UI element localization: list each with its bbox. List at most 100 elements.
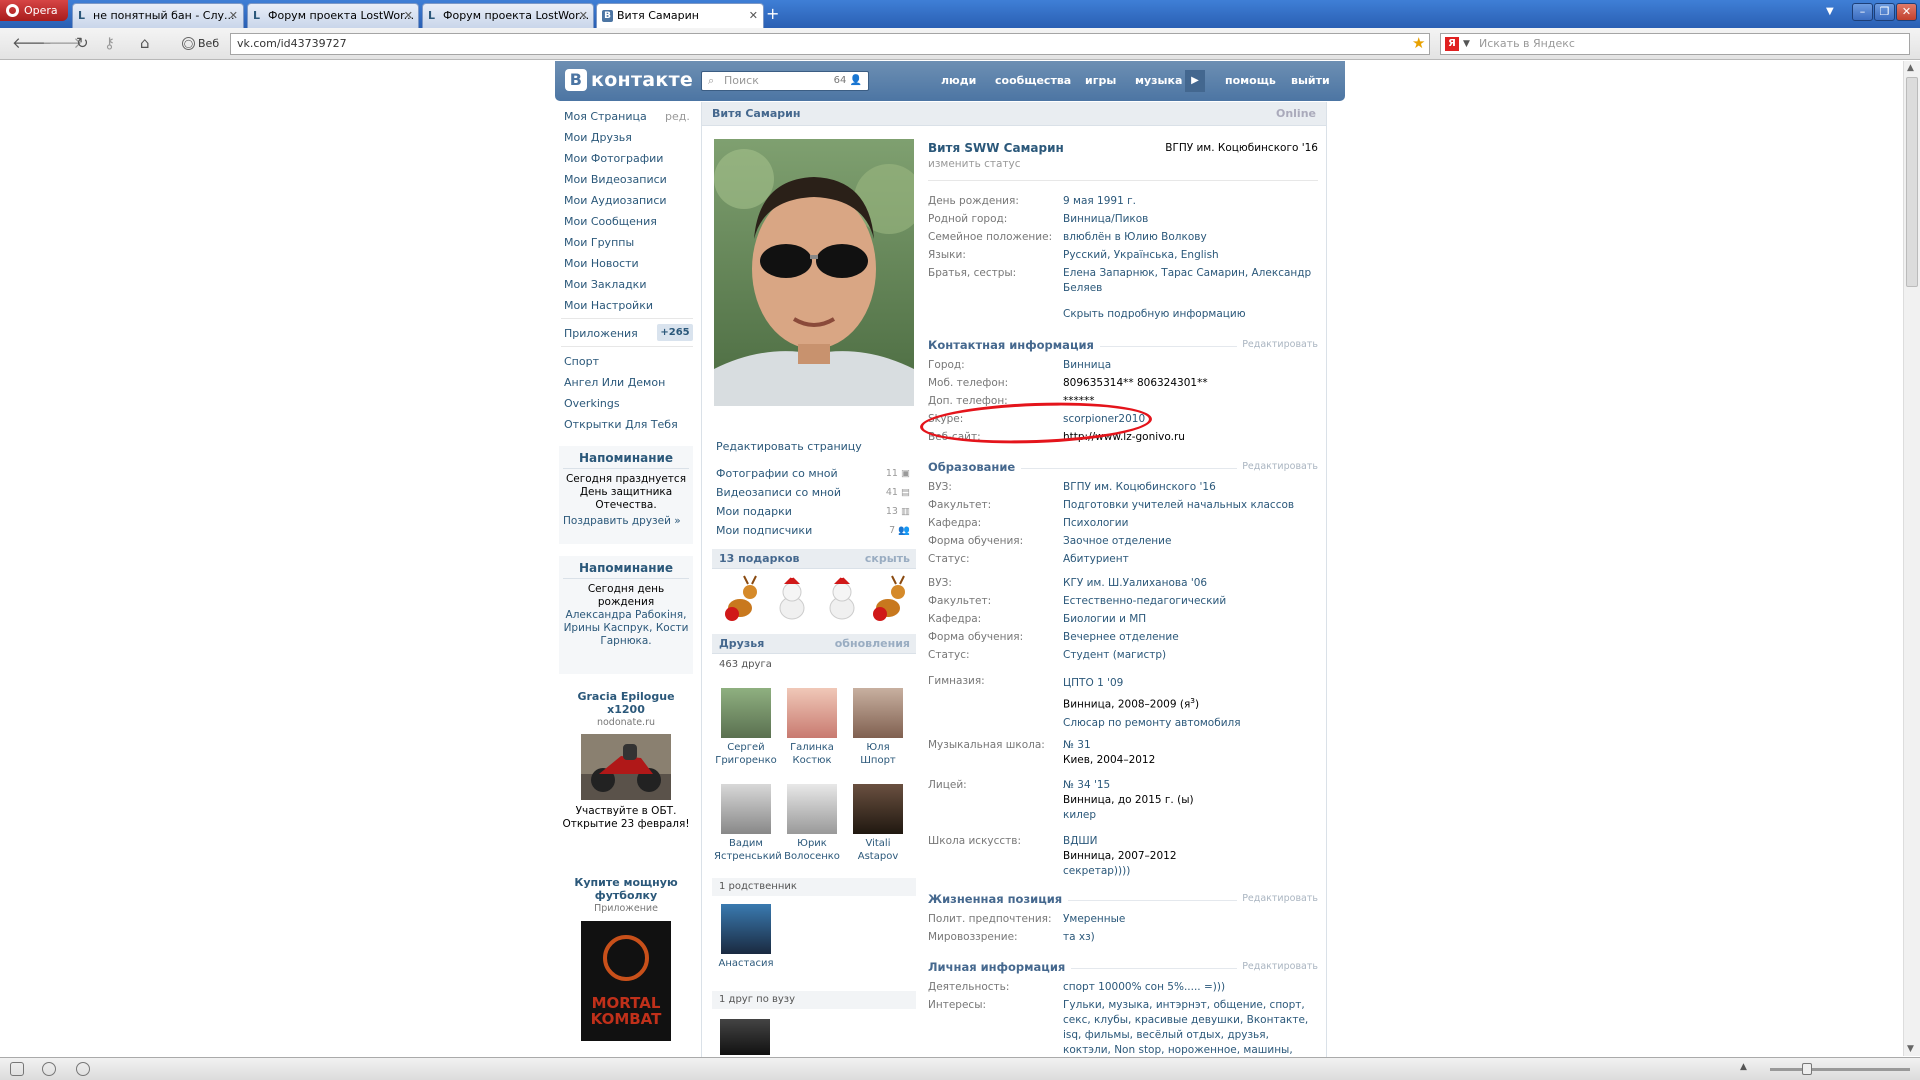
zoom-slider-track[interactable]	[1770, 1068, 1910, 1071]
cloud-icon[interactable]	[42, 1062, 56, 1076]
yandex-search-input[interactable]: Я ▼ Искать в Яндекс	[1440, 33, 1910, 55]
ad-motorbike-image[interactable]	[581, 734, 671, 800]
sidebar-app-item[interactable]: Ангел Или Демон	[564, 376, 665, 390]
avatar[interactable]	[720, 1019, 770, 1055]
key-icon[interactable]: ⚷	[104, 34, 115, 52]
menu-people[interactable]: люди	[941, 73, 976, 89]
friend-tile[interactable]: Галинка Костюк	[780, 688, 844, 767]
zoom-slider-knob[interactable]	[1802, 1063, 1812, 1075]
menu-help[interactable]: помощь	[1225, 73, 1276, 89]
profile-university[interactable]: ВГПУ им. Коцюбинского '16	[1165, 142, 1318, 154]
relative-tile[interactable]: Анастасия	[714, 904, 778, 970]
edit-contacts-link[interactable]: Редактировать	[1237, 339, 1318, 350]
tab-menu-chevron-down-icon[interactable]: ▼	[1826, 6, 1834, 17]
sidebar-item-audio[interactable]: Мои Аудиозаписи	[564, 194, 667, 208]
sidebar-item-videos[interactable]: Мои Видеозаписи	[564, 173, 667, 187]
edit-personal-link[interactable]: Редактировать	[1237, 961, 1318, 972]
gift-cat-icon[interactable]	[818, 574, 866, 622]
browser-tab[interactable]: Lне понятный бан - Слу... ✕	[72, 3, 244, 28]
edit-link[interactable]: ред.	[665, 110, 690, 123]
edit-status-link[interactable]: изменить статус	[928, 158, 1021, 170]
sidebar-item-photos[interactable]: Мои Фотографии	[564, 152, 663, 166]
menu-music[interactable]: музыка	[1135, 73, 1182, 89]
profile-photo[interactable]	[714, 139, 914, 406]
vk-logo[interactable]: Вконтакте	[565, 68, 693, 92]
gift-deer-icon[interactable]	[718, 574, 766, 622]
congratulate-friends-link[interactable]: Поздравить друзей »	[563, 515, 689, 528]
sidebar-item-groups[interactable]: Мои Группы	[564, 236, 634, 250]
photos-with-me-link[interactable]: Фотографии со мной	[716, 467, 838, 481]
play-icon[interactable]: ▶	[1185, 70, 1205, 92]
close-tab-icon[interactable]: ✕	[229, 4, 238, 28]
bookmark-star-icon[interactable]: ★	[1412, 35, 1425, 51]
friends-updates-link[interactable]: обновления	[835, 637, 910, 650]
scroll-down-icon[interactable]: ▼	[1907, 1044, 1914, 1054]
friends-title[interactable]: Друзья	[719, 637, 764, 650]
avatar	[853, 784, 903, 834]
videos-with-me-link[interactable]: Видеозаписи со мной	[716, 486, 841, 500]
sidebar-item-bookmarks[interactable]: Мои Закладки	[564, 278, 646, 292]
chevron-down-icon[interactable]: ▼	[1463, 34, 1470, 54]
birthday-names-link[interactable]: Александра Рабокіня, Ирины Каспрук, Кост…	[563, 609, 689, 648]
ad-gracia[interactable]: Gracia Epilogue x1200 nodonate.ru Участв…	[559, 690, 693, 831]
ad-title[interactable]: Купите мощную футболку	[559, 876, 693, 902]
reminder-text: Сегодня празднуется День защитника Отече…	[565, 473, 687, 511]
sidebar-item-friends[interactable]: Мои Друзья	[564, 131, 632, 145]
sidebar-item-apps[interactable]: Приложения	[564, 327, 638, 341]
menu-logout[interactable]: выйти	[1291, 73, 1330, 89]
minimize-icon[interactable]: –	[1852, 3, 1873, 21]
home-icon[interactable]: ⌂	[140, 34, 150, 52]
friend-tile[interactable]: Vitali Astapov	[846, 784, 910, 863]
gift-cat-icon[interactable]	[768, 574, 816, 622]
hide-details-link[interactable]: Скрыть подробную информацию	[1063, 308, 1246, 320]
ad-tshirt[interactable]: Купите мощную футболку Приложение MORTAL…	[559, 876, 693, 1047]
browser-tab[interactable]: L Форум проекта LostWor... ✕	[247, 3, 419, 28]
friend-tile[interactable]: Вадим Ястренський	[714, 784, 782, 863]
section-personal: Личная информация Редактировать	[928, 960, 1318, 974]
my-gifts-link[interactable]: Мои подарки	[716, 505, 792, 519]
gift-deer-icon[interactable]	[866, 574, 914, 622]
url-input[interactable]: vk.com/id43739727	[230, 33, 1430, 55]
mortal-kombat-ad-image[interactable]: MORTAL KOMBAT	[581, 921, 671, 1041]
close-tab-icon[interactable]: ✕	[749, 4, 758, 28]
view-options-icon[interactable]: ▲	[1740, 1062, 1747, 1072]
sidebar-app-item[interactable]: Overkings	[564, 397, 620, 411]
maximize-icon[interactable]: ❐	[1874, 3, 1895, 21]
browser-tab-active[interactable]: B Витя Самарин ✕	[596, 3, 764, 28]
new-tab-plus-icon[interactable]: +	[766, 5, 779, 23]
sidebar-item-my-page[interactable]: Моя Страница	[564, 110, 647, 124]
edit-education-link[interactable]: Редактировать	[1237, 461, 1318, 472]
scroll-up-icon[interactable]: ▲	[1907, 63, 1914, 73]
apps-count-badge[interactable]: +265	[657, 324, 693, 341]
friend-tile[interactable]: Юля Шпорт	[846, 688, 910, 767]
browser-tab[interactable]: L Форум проекта LostWor... ✕	[422, 3, 594, 28]
reminder-title: Напоминание	[563, 450, 689, 469]
edit-life-link[interactable]: Редактировать	[1237, 893, 1318, 904]
sidebar-item-news[interactable]: Мои Новости	[564, 257, 639, 271]
edit-page-link[interactable]: Редактировать страницу	[716, 440, 862, 454]
web-badge-button[interactable]: ◯ Веб	[180, 34, 230, 54]
close-window-icon[interactable]: ✕	[1896, 3, 1917, 21]
reload-icon[interactable]: ↻	[76, 34, 89, 52]
page-scrollbar[interactable]: ▲ ▼	[1903, 61, 1920, 1056]
sidebar-app-item[interactable]: Открытки Для Тебя	[564, 418, 678, 432]
sidebar-item-messages[interactable]: Мои Сообщения	[564, 215, 657, 229]
opera-menu-button[interactable]: Opera	[0, 0, 68, 21]
close-tab-icon[interactable]: ✕	[404, 4, 413, 28]
vk-search-input[interactable]: ⌕ Поиск 64 👤	[701, 71, 869, 91]
ad-title[interactable]: Gracia Epilogue x1200	[559, 690, 693, 716]
menu-communities[interactable]: сообщества	[995, 73, 1071, 89]
forum-favicon-icon: L	[78, 9, 86, 22]
sidebar-item-settings[interactable]: Мои Настройки	[564, 299, 653, 313]
speed-dial-icon[interactable]	[76, 1062, 90, 1076]
my-subscribers-link[interactable]: Мои подписчики	[716, 524, 812, 538]
friend-tile[interactable]: Юрик Волосенко	[780, 784, 844, 863]
gifts-hide-link[interactable]: скрыть	[865, 552, 910, 565]
panel-toggle-icon[interactable]	[10, 1062, 24, 1076]
gifts-title[interactable]: 13 подарков	[719, 552, 799, 565]
scrollbar-thumb[interactable]	[1906, 77, 1918, 287]
sidebar-app-item[interactable]: Спорт	[564, 355, 599, 369]
close-tab-icon[interactable]: ✕	[579, 4, 588, 28]
menu-games[interactable]: игры	[1085, 73, 1116, 89]
friend-tile[interactable]: Сергей Григоренко	[714, 688, 778, 767]
